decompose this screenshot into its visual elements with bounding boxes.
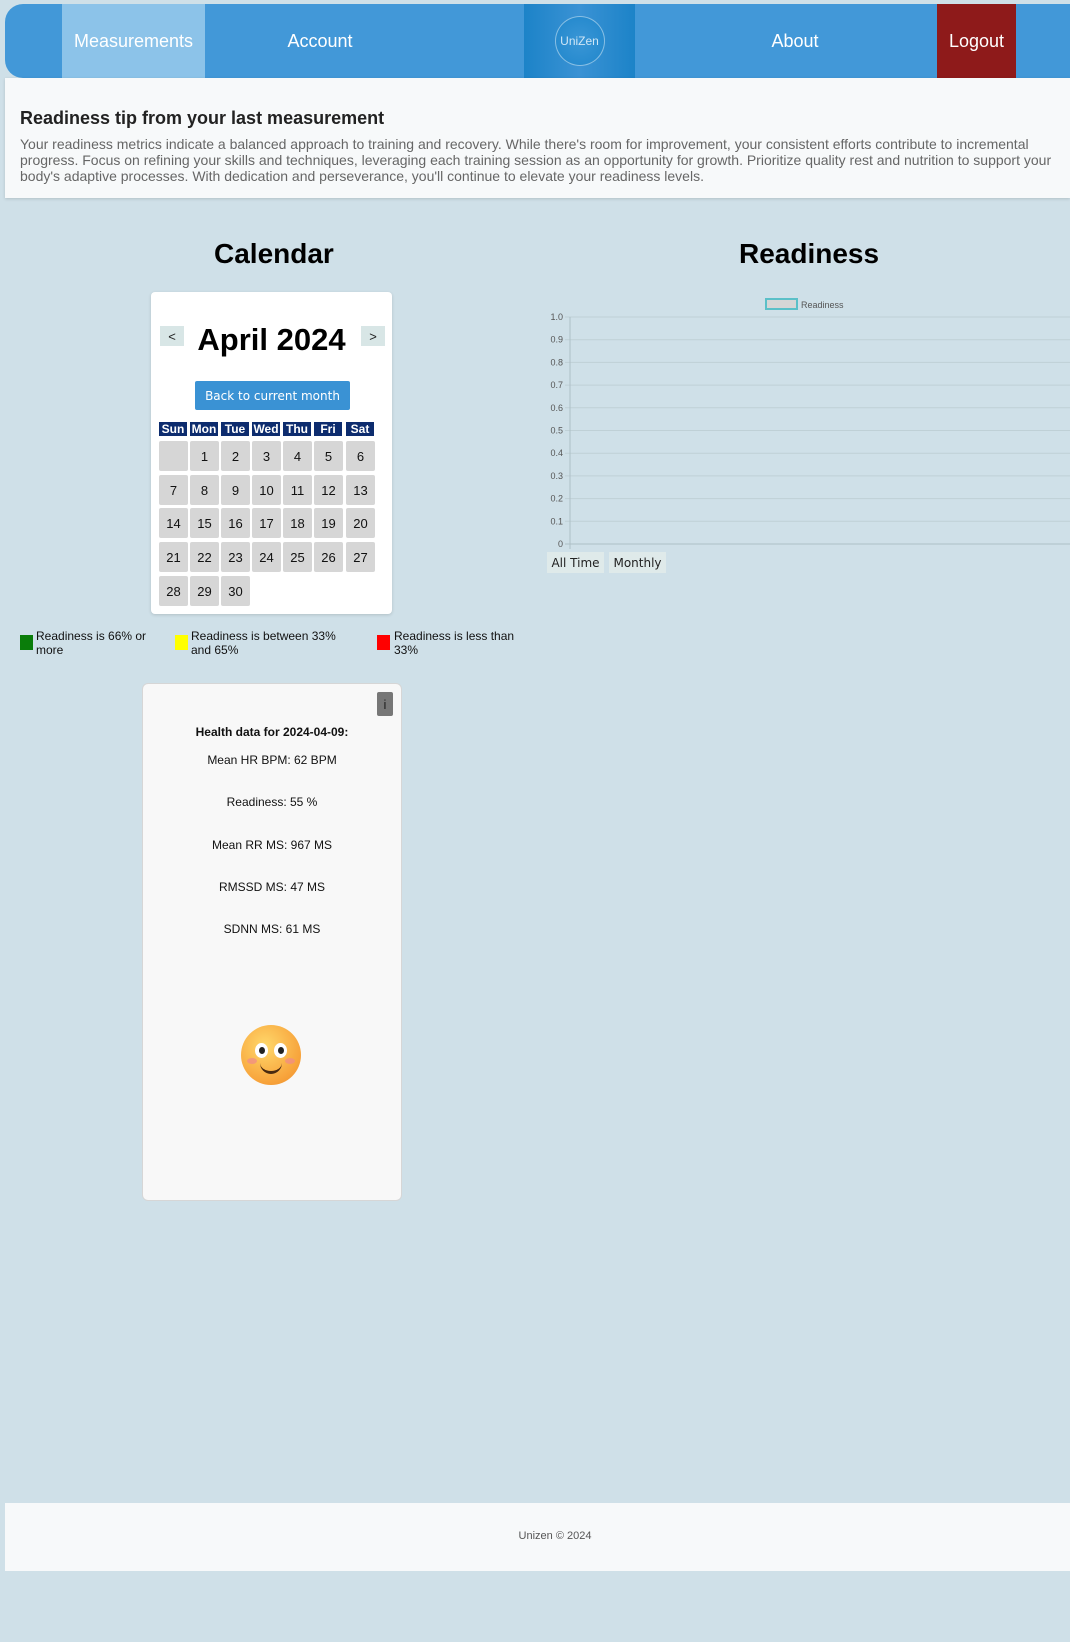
legend-swatch-yellow <box>175 635 188 650</box>
logo-home-link[interactable]: UniZen <box>524 4 635 78</box>
weekday-header: Sun <box>159 422 187 436</box>
y-tick-label: 0.5 <box>550 426 563 436</box>
y-tick-label: 0.3 <box>550 471 563 481</box>
mean-rr-value: Mean RR MS: 967 MS <box>211 838 333 852</box>
nav-account[interactable]: Account <box>265 4 375 78</box>
calendar-day[interactable]: 3 <box>252 441 281 471</box>
calendar-day[interactable]: 29 <box>190 576 219 606</box>
calendar-day[interactable]: 27 <box>346 542 375 572</box>
monthly-button[interactable]: Monthly <box>609 552 666 573</box>
top-navbar: Measurements Account UniZen About Logout <box>5 4 1070 78</box>
y-tick-label: 0.7 <box>550 380 563 390</box>
calendar-month-label: April 2024 <box>197 322 346 357</box>
footer-copyright: Unizen © 2024 <box>518 1530 592 1542</box>
calendar-day[interactable]: 1 <box>190 441 219 471</box>
calendar-day[interactable]: 22 <box>190 542 219 572</box>
calendar-day[interactable]: 20 <box>346 508 375 538</box>
calendar-day[interactable]: 11 <box>283 475 312 505</box>
nav-about[interactable]: About <box>740 4 850 78</box>
calendar-day[interactable]: 30 <box>221 576 250 606</box>
health-data-card: i Health data for 2024-04-09: Mean HR BP… <box>142 683 402 1201</box>
calendar-day[interactable]: 14 <box>159 508 188 538</box>
tip-text: Your readiness metrics indicate a balanc… <box>20 136 1052 184</box>
y-tick-label: 0.9 <box>550 335 563 345</box>
calendar-day[interactable]: 24 <box>252 542 281 572</box>
calendar-day[interactable]: 12 <box>314 475 343 505</box>
calendar-day[interactable]: 8 <box>190 475 219 505</box>
back-to-current-month-button[interactable]: Back to current month <box>195 381 350 410</box>
readiness-title: Readiness <box>739 238 880 269</box>
unizen-logo: UniZen <box>554 16 605 66</box>
calendar-widget: < April 2024 > Back to current month Sun… <box>151 292 392 614</box>
mean-hr-value: Mean HR BPM: 62 BPM <box>207 753 337 767</box>
calendar-day[interactable]: 13 <box>346 475 375 505</box>
calendar-day[interactable]: 21 <box>159 542 188 572</box>
legend-label-mid: Readiness is between 33% and 65% <box>191 629 336 657</box>
tip-title: Readiness tip from your last measurement <box>20 108 385 128</box>
readiness-tip-panel: Readiness tip from your last measurement… <box>5 78 1070 198</box>
weekday-header: Thu <box>283 422 311 436</box>
sdnn-value: SDNN MS: 61 MS <box>223 922 321 936</box>
y-tick-label: 0.6 <box>550 403 563 413</box>
smiling-face-icon <box>241 1025 301 1085</box>
calendar-day[interactable]: 5 <box>314 441 343 471</box>
calendar-day[interactable]: 18 <box>283 508 312 538</box>
chart-legend-label: Readiness <box>801 300 844 310</box>
nav-measurements[interactable]: Measurements <box>62 4 205 78</box>
readiness-value: Readiness: 55 % <box>226 795 318 809</box>
calendar-day[interactable]: 19 <box>314 508 343 538</box>
weekday-header: Sat <box>346 422 374 436</box>
calendar-day[interactable]: 15 <box>190 508 219 538</box>
legend-label-high: Readiness is 66% or more <box>36 629 147 657</box>
calendar-day[interactable]: 4 <box>283 441 312 471</box>
calendar-empty-cell <box>159 441 188 471</box>
calendar-day[interactable]: 6 <box>346 441 375 471</box>
chart-legend-swatch <box>765 298 798 310</box>
calendar-day[interactable]: 26 <box>314 542 343 572</box>
weekday-header: Fri <box>314 422 342 436</box>
calendar-day[interactable]: 23 <box>221 542 250 572</box>
legend-swatch-green <box>20 635 33 650</box>
y-tick-label: 1.0 <box>550 312 563 322</box>
calendar-title: Calendar <box>214 238 334 269</box>
calendar-day[interactable]: 7 <box>159 475 188 505</box>
next-month-button[interactable]: > <box>361 326 385 346</box>
calendar-day[interactable]: 17 <box>252 508 281 538</box>
y-tick-label: 0.1 <box>550 516 563 526</box>
legend-label-low: Readiness is less than 33% <box>394 629 515 657</box>
rmssd-value: RMSSD MS: 47 MS <box>218 880 326 894</box>
footer: Unizen © 2024 <box>5 1503 1070 1571</box>
chart-legend: Readiness <box>765 298 844 310</box>
weekday-header: Mon <box>190 422 218 436</box>
all-time-button[interactable]: All Time <box>547 552 604 573</box>
y-tick-label: 0.2 <box>550 494 563 504</box>
legend-swatch-red <box>377 635 390 650</box>
calendar-day[interactable]: 16 <box>221 508 250 538</box>
calendar-day[interactable]: 9 <box>221 475 250 505</box>
y-tick-label: 0.4 <box>550 448 563 458</box>
info-button[interactable]: i <box>377 692 393 716</box>
calendar-day[interactable]: 25 <box>283 542 312 572</box>
y-tick-label: 0 <box>558 539 563 549</box>
health-data-title: Health data for 2024-04-09: <box>195 725 349 739</box>
logout-button[interactable]: Logout <box>937 4 1016 78</box>
calendar-day[interactable]: 28 <box>159 576 188 606</box>
weekday-header: Wed <box>252 422 280 436</box>
weekday-header: Tue <box>221 422 249 436</box>
calendar-day[interactable]: 2 <box>221 441 250 471</box>
y-tick-label: 0.8 <box>550 357 563 367</box>
calendar-day[interactable]: 10 <box>252 475 281 505</box>
readiness-chart: Readiness 1.0 0.9 0.8 0.7 0.6 0.5 0.4 0.3 0.2 0.1… <box>550 298 1070 549</box>
